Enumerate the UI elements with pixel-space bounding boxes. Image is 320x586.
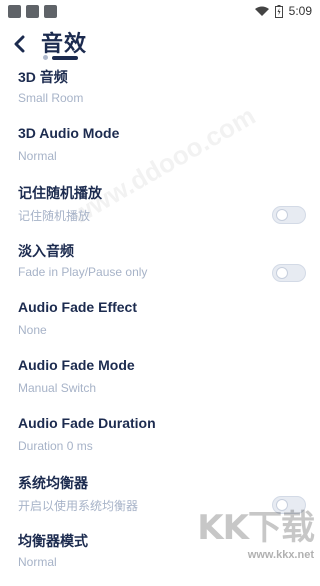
page-indicator-dot	[43, 55, 48, 60]
setting-subtitle: 记住随机播放	[18, 209, 91, 223]
setting-title: 记住随机播放	[18, 185, 102, 201]
status-icons: 5:09	[254, 4, 312, 18]
page-indicator-active	[52, 55, 78, 60]
notification-icon	[8, 4, 21, 18]
notification-icon	[26, 4, 39, 18]
setting-title: 均衡器模式	[18, 533, 88, 549]
setting-subtitle: Small Room	[18, 91, 84, 105]
clock: 5:09	[288, 4, 312, 18]
setting-subtitle: Normal	[18, 555, 57, 569]
page-indicator	[43, 55, 78, 60]
setting-fade-in-audio[interactable]: 淡入音频 Fade in Play/Pause only	[0, 238, 320, 296]
setting-subtitle: None	[18, 323, 47, 337]
status-bar: 5:09	[0, 0, 320, 22]
fade-in-audio-toggle[interactable]	[272, 264, 306, 282]
remember-shuffle-toggle[interactable]	[272, 206, 306, 224]
setting-title: 系统均衡器	[18, 475, 88, 491]
site-watermark: KK下载 www.kkx.net	[197, 500, 315, 561]
toggle-knob	[276, 209, 288, 221]
notification-icon	[44, 4, 57, 18]
page-title: 音效	[41, 31, 88, 56]
setting-3d-audio[interactable]: 3D 音频 Small Room	[0, 64, 320, 122]
app-bar: 音效	[0, 22, 320, 66]
setting-audio-fade-effect[interactable]: Audio Fade Effect None	[0, 296, 320, 354]
setting-title: Audio Fade Duration	[18, 415, 156, 431]
setting-3d-audio-mode[interactable]: 3D Audio Mode Normal	[0, 122, 320, 180]
watermark-url: www.kkx.net	[247, 549, 314, 561]
setting-title: 3D Audio Mode	[18, 125, 120, 141]
wifi-icon	[254, 6, 269, 16]
setting-remember-shuffle[interactable]: 记住随机播放 记住随机播放	[0, 180, 320, 238]
setting-audio-fade-duration[interactable]: Audio Fade Duration Duration 0 ms	[0, 412, 320, 470]
watermark-logo: KK下载	[197, 508, 315, 548]
setting-subtitle: Fade in Play/Pause only	[18, 265, 148, 279]
setting-subtitle: Manual Switch	[18, 381, 97, 395]
setting-title: 淡入音频	[18, 243, 74, 259]
back-button[interactable]	[9, 30, 29, 58]
setting-title: Audio Fade Mode	[18, 357, 135, 373]
setting-title: 3D 音频	[18, 69, 68, 85]
back-arrow-icon	[14, 35, 25, 53]
setting-subtitle: 开启以使用系统均衡器	[18, 499, 139, 513]
setting-subtitle: Duration 0 ms	[18, 439, 93, 453]
battery-icon	[274, 4, 283, 18]
setting-audio-fade-mode[interactable]: Audio Fade Mode Manual Switch	[0, 354, 320, 412]
setting-subtitle: Normal	[18, 149, 57, 163]
notification-icons	[8, 4, 57, 18]
toggle-knob	[276, 267, 288, 279]
setting-title: Audio Fade Effect	[18, 299, 138, 315]
